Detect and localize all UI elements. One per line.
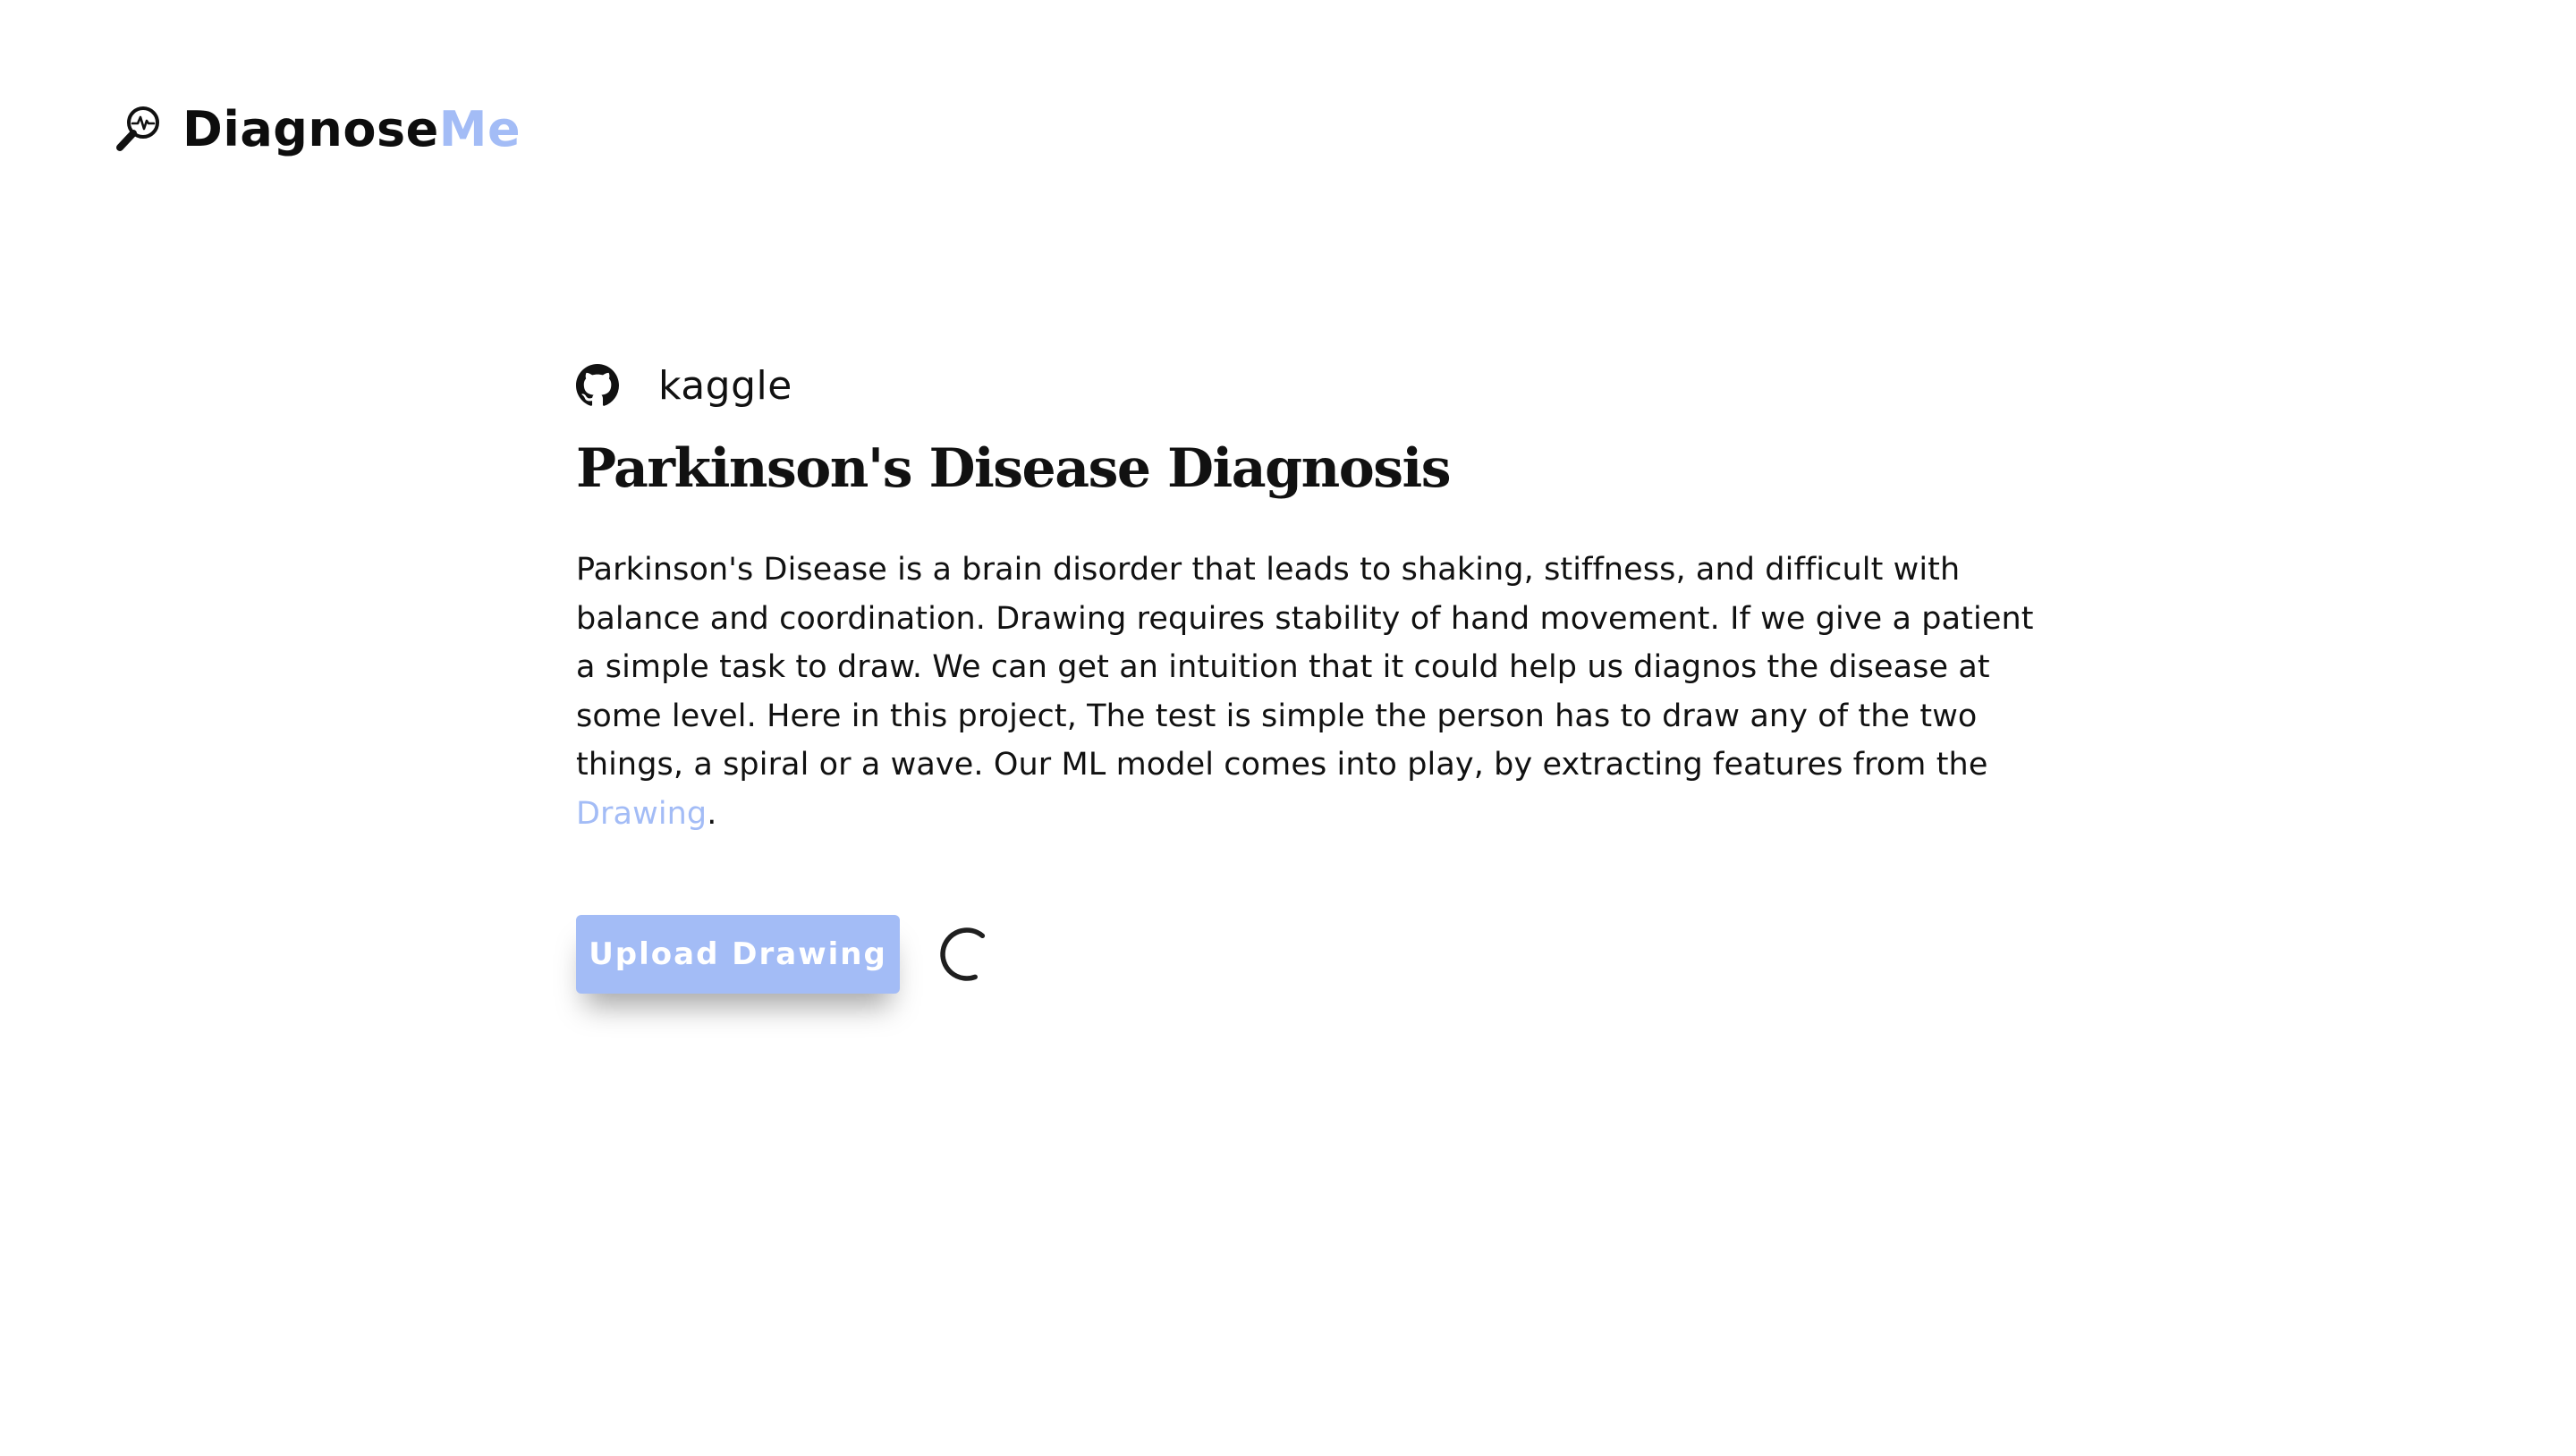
drawing-link[interactable]: Drawing: [576, 796, 707, 832]
description-end: .: [707, 795, 717, 832]
page-title: Parkinson's Disease Diagnosis: [576, 437, 1452, 500]
loading-spinner-icon: [940, 927, 986, 981]
kaggle-link[interactable]: kaggle: [658, 363, 792, 409]
project-description: Parkinson's Disease is a brain disorder …: [576, 546, 2043, 838]
github-link[interactable]: [576, 364, 619, 407]
brand-logo-link[interactable]: DiagnoseMe: [114, 98, 521, 161]
upload-actions: Upload Drawing: [576, 915, 2043, 994]
main-content: kaggle Parkinson's Disease Diagnosis Par…: [576, 358, 2043, 994]
description-text: Parkinson's Disease is a brain disorder …: [576, 552, 2034, 783]
github-icon: [576, 364, 619, 406]
project-links: kaggle: [576, 358, 2043, 413]
brand-name-main: Diagnose: [182, 101, 439, 157]
brand-name-accent: Me: [438, 101, 521, 157]
upload-drawing-button[interactable]: Upload Drawing: [576, 915, 900, 994]
brand-name: DiagnoseMe: [182, 98, 521, 161]
magnifier-pulse-icon: [116, 106, 159, 151]
